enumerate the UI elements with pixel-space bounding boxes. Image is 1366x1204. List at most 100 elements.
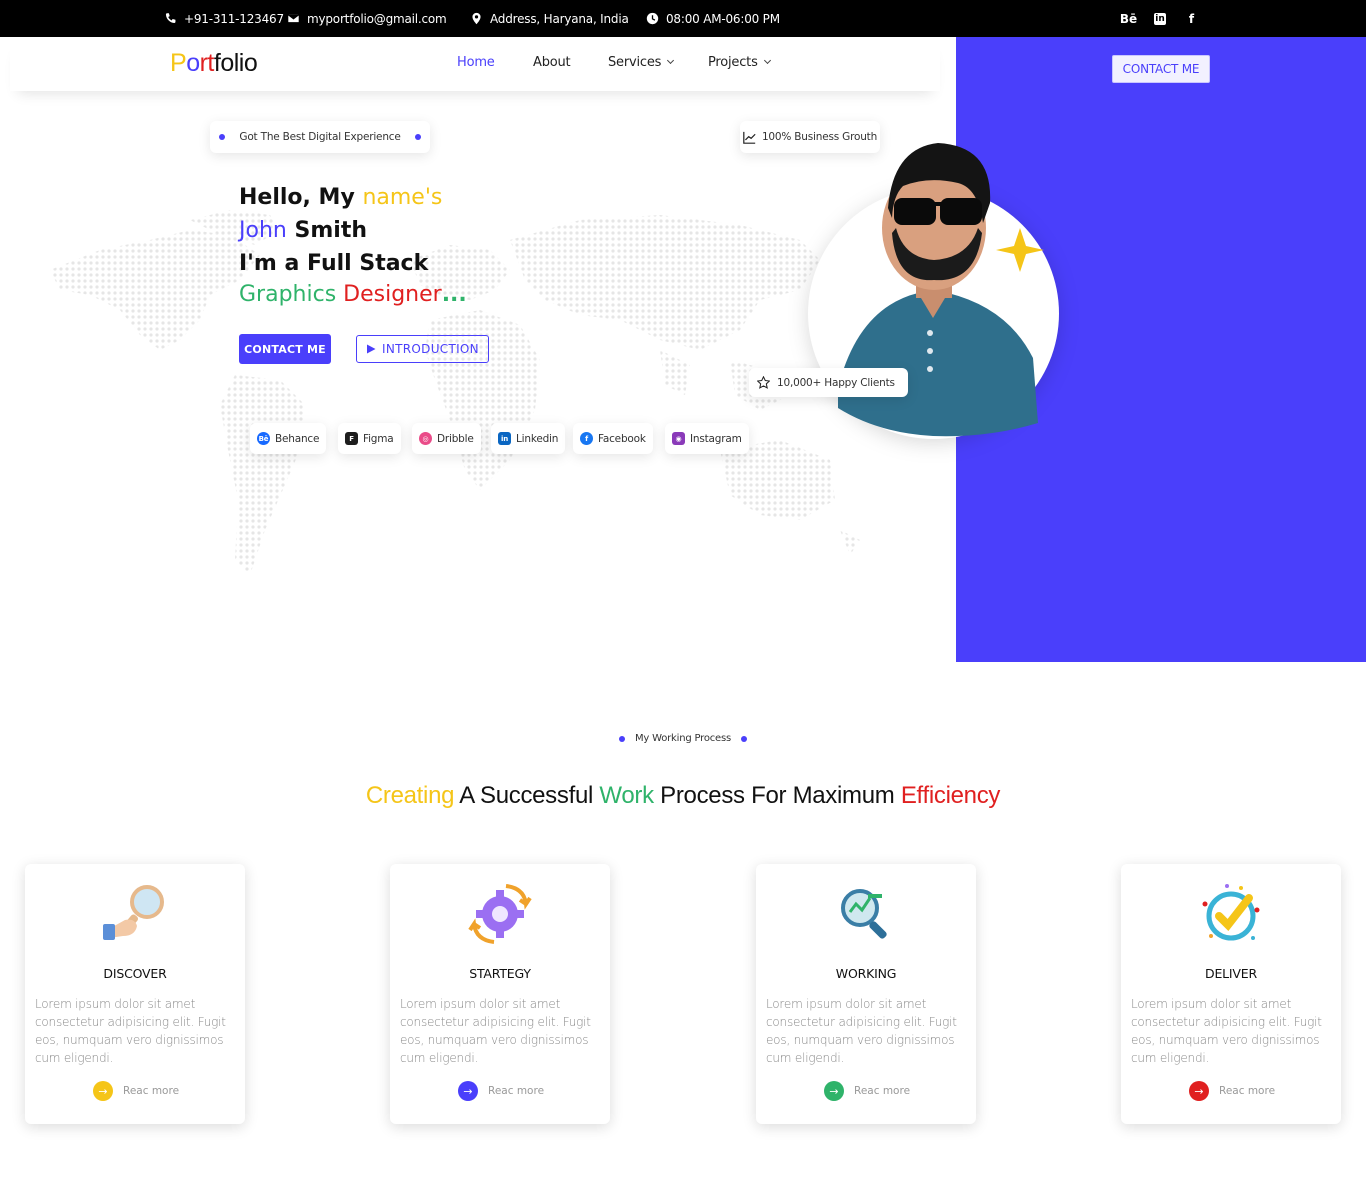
hours-info: 08:00 AM-06:00 PM xyxy=(646,0,780,37)
arrow-right-icon: → xyxy=(1189,1081,1209,1101)
hero-first-name: John xyxy=(239,218,287,243)
nav-services[interactable]: Services xyxy=(608,55,675,70)
nav-projects[interactable]: Projects xyxy=(708,55,771,70)
analytics-magnifier-icon xyxy=(841,889,887,939)
social-label: Facebook xyxy=(598,432,646,445)
title-words-process: Process For Maximum xyxy=(653,782,901,809)
read-more-link[interactable]: → Reac more xyxy=(1189,1081,1275,1101)
title-word-work: Work xyxy=(599,782,654,809)
behance-icon: Bē xyxy=(257,432,270,445)
profile-avatar-illustration xyxy=(808,143,1059,439)
card-title: DELIVER xyxy=(1205,966,1257,981)
hero-line-3: I'm a Full Stack xyxy=(239,251,429,276)
hero-role-designer: Designer xyxy=(336,282,442,307)
card-title: STARTEGY xyxy=(469,966,531,981)
social-chip-facebook[interactable]: f Facebook xyxy=(573,423,653,454)
address-info: Address, Haryana, India xyxy=(470,0,629,37)
mail-icon xyxy=(287,13,300,24)
nav-projects-label: Projects xyxy=(708,55,758,70)
process-card-discover: DISCOVER Lorem ipsum dolor sit amet cons… xyxy=(25,864,245,1124)
card-title: WORKING xyxy=(835,966,897,981)
hours-text: 08:00 AM-06:00 PM xyxy=(666,11,780,26)
play-icon xyxy=(367,344,376,354)
facebook-icon: f xyxy=(580,432,593,445)
process-card-deliver: DELIVER Lorem ipsum dolor sit amet conse… xyxy=(1121,864,1341,1124)
hero-greeting: Hello, My xyxy=(239,185,363,210)
social-chip-figma[interactable]: F Figma xyxy=(338,423,401,454)
site-logo[interactable]: Portfolio xyxy=(170,49,258,78)
card-description: Lorem ipsum dolor sit amet consectetur a… xyxy=(35,997,226,1065)
title-word-creating: Creating xyxy=(365,782,455,809)
social-label: Behance xyxy=(275,432,320,445)
social-label: Figma xyxy=(363,432,394,445)
logo-letter-o: o xyxy=(186,49,200,77)
chevron-down-icon xyxy=(667,56,675,65)
chevron-down-icon xyxy=(763,56,771,65)
card-description: Lorem ipsum dolor sit amet consectetur a… xyxy=(400,997,591,1065)
phone-info[interactable]: +91-311-123467 xyxy=(164,0,284,37)
social-chip-behance[interactable]: Bē Behance xyxy=(250,423,327,454)
trend-chart-icon xyxy=(743,131,756,144)
checkmark-badge-icon xyxy=(1202,884,1260,941)
social-chip-linkedin[interactable]: in Linkedin xyxy=(491,423,566,454)
linkedin-icon[interactable]: in xyxy=(1154,12,1166,25)
gear-arrows-icon xyxy=(468,884,532,944)
read-more-label: Reac more xyxy=(854,1085,911,1097)
social-label: Linkedin xyxy=(516,432,559,445)
badge-text: Got The Best Digital Experience xyxy=(239,131,401,143)
clients-badge-text: 10,000+ Happy Clients xyxy=(777,376,895,389)
nav-about-label: About xyxy=(533,55,571,70)
hero-line-4: Graphics Designer... xyxy=(239,282,467,307)
label-dot-left xyxy=(618,735,625,742)
behance-icon[interactable]: Bē xyxy=(1120,11,1137,26)
read-more-link[interactable]: → Reac more xyxy=(93,1081,179,1101)
card-description: Lorem ipsum dolor sit amet consectetur a… xyxy=(766,997,957,1065)
phone-text: +91-311-123467 xyxy=(184,11,284,26)
nav-home-label: Home xyxy=(457,55,495,70)
nav-about[interactable]: About xyxy=(533,55,571,70)
process-card-strategy: STARTEGY Lorem ipsum dolor sit amet cons… xyxy=(390,864,610,1124)
introduction-button[interactable]: INTRODUCTION xyxy=(356,335,489,363)
address-text: Address, Haryana, India xyxy=(490,11,629,26)
process-section-label: My Working Process xyxy=(0,733,1366,744)
clock-icon xyxy=(646,12,659,25)
top-bar: +91-311-123467 myportfolio@gmail.com Add… xyxy=(0,0,1366,37)
read-more-label: Reac more xyxy=(123,1085,180,1097)
social-chip-dribbble[interactable]: ◎ Dribble xyxy=(412,423,481,454)
hero-names-word: name's xyxy=(362,185,443,210)
nav-home[interactable]: Home xyxy=(457,55,495,70)
linkedin-icon: in xyxy=(498,432,511,445)
process-label-text: My Working Process xyxy=(634,733,732,744)
hero-last-name: Smith xyxy=(286,218,368,243)
label-dot-right xyxy=(741,735,748,742)
process-card-working: WORKING Lorem ipsum dolor sit amet conse… xyxy=(756,864,976,1124)
header-contact-button[interactable]: CONTACT ME xyxy=(1112,55,1210,83)
title-words-successful: A Successful xyxy=(454,782,600,809)
digital-experience-badge: Got The Best Digital Experience xyxy=(210,121,430,153)
card-title: DISCOVER xyxy=(103,966,167,981)
facebook-icon[interactable]: f xyxy=(1184,11,1199,26)
location-pin-icon xyxy=(472,12,481,25)
figma-icon: F xyxy=(345,432,358,445)
instagram-icon: ◉ xyxy=(672,432,685,445)
hero-contact-button[interactable]: CONTACT ME xyxy=(239,334,331,364)
social-chip-instagram[interactable]: ◉ Instagram xyxy=(665,423,749,454)
hero-line-1: Hello, My name's xyxy=(239,185,442,210)
social-label: Instagram xyxy=(690,432,742,445)
nav-services-label: Services xyxy=(608,55,662,70)
read-more-link[interactable]: → Reac more xyxy=(458,1081,544,1101)
card-description: Lorem ipsum dolor sit amet consectetur a… xyxy=(1131,997,1322,1065)
email-info[interactable]: myportfolio@gmail.com xyxy=(287,0,447,37)
logo-letter-p: P xyxy=(170,49,187,77)
happy-clients-badge: 10,000+ Happy Clients xyxy=(749,368,908,397)
arrow-right-icon: → xyxy=(93,1081,113,1101)
arrow-right-icon: → xyxy=(458,1081,478,1101)
hero-role-ellipsis: ... xyxy=(441,282,467,307)
introduction-label: INTRODUCTION xyxy=(382,342,479,356)
arrow-right-icon: → xyxy=(824,1081,844,1101)
badge-dot-right xyxy=(414,134,421,140)
business-growth-badge: 100% Business Grouth xyxy=(740,121,880,153)
read-more-label: Reac more xyxy=(1219,1085,1276,1097)
read-more-link[interactable]: → Reac more xyxy=(824,1081,910,1101)
hero-line-2: John Smith xyxy=(239,218,367,243)
